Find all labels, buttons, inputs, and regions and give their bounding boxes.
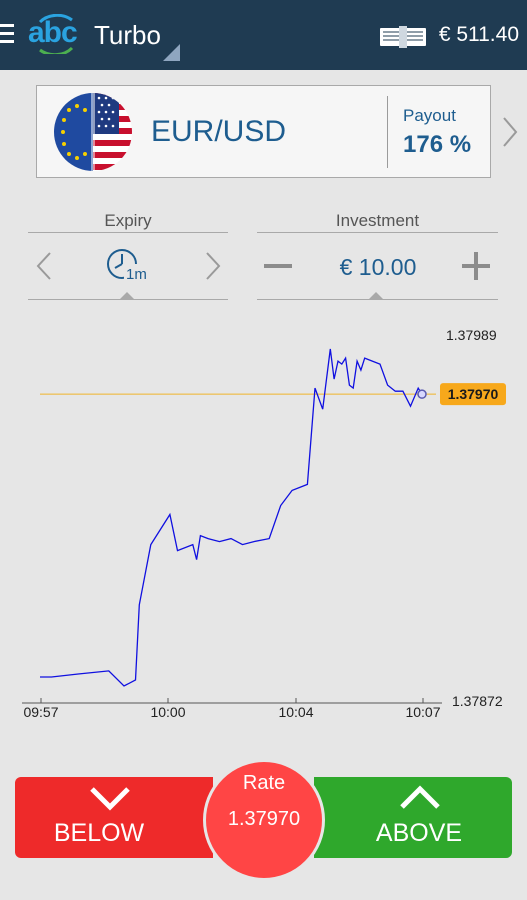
investment-notch bbox=[368, 292, 384, 300]
divider bbox=[28, 232, 228, 233]
eu-us-flag-icon bbox=[54, 93, 132, 171]
dropdown-corner-icon[interactable] bbox=[163, 44, 180, 61]
top-app-bar: abc Turbo € 511.40 bbox=[0, 0, 527, 70]
x-tick-label: 10:04 bbox=[278, 704, 313, 720]
logo-text: abc bbox=[28, 16, 78, 49]
money-stack-icon bbox=[380, 26, 426, 48]
expiry-notch bbox=[119, 292, 135, 300]
above-button[interactable]: ABOVE bbox=[314, 777, 512, 858]
plus-icon[interactable] bbox=[462, 252, 490, 280]
asset-name: EUR/USD bbox=[151, 115, 287, 148]
investment-value[interactable]: € 10.00 bbox=[300, 254, 456, 281]
y-high-label: 1.37989 bbox=[446, 327, 497, 343]
expiry-value: 1m bbox=[126, 266, 147, 283]
rate-series-line bbox=[40, 348, 423, 687]
app-title[interactable]: Turbo bbox=[94, 20, 161, 51]
rate-label: Rate bbox=[242, 772, 286, 794]
x-tick-label: 09:57 bbox=[23, 704, 58, 720]
current-rate-tag-label: 1.37970 bbox=[448, 386, 499, 402]
rate-value: 1.37970 bbox=[227, 808, 301, 830]
divider bbox=[257, 232, 498, 233]
account-balance: € 511.40 bbox=[438, 23, 519, 46]
chevron-down-icon bbox=[90, 787, 130, 811]
x-tick-label: 10:07 bbox=[405, 704, 440, 720]
payout-label: Payout bbox=[403, 106, 456, 125]
asset-selector-card[interactable]: EUR/USD Payout 176 % bbox=[36, 85, 491, 178]
divider bbox=[387, 96, 388, 168]
expiry-increase-chevron-right-icon[interactable] bbox=[203, 250, 223, 282]
minus-icon[interactable] bbox=[264, 264, 292, 268]
expiry-label: Expiry bbox=[104, 211, 152, 230]
above-label: ABOVE bbox=[375, 819, 463, 847]
rate-chart: 1.37989 1.37872 1.37970 09:57 10:00 10:04 1… bbox=[22, 327, 506, 720]
below-label: BELOW bbox=[53, 819, 145, 847]
y-low-label: 1.37872 bbox=[452, 693, 503, 709]
expiry-decrease-chevron-left-icon[interactable] bbox=[34, 250, 54, 282]
below-button[interactable]: BELOW bbox=[15, 777, 213, 858]
chevron-right-icon[interactable] bbox=[500, 115, 520, 149]
payout-value: 176 % bbox=[403, 131, 472, 158]
chevron-up-icon bbox=[400, 785, 440, 809]
rate-display: Rate 1.37970 bbox=[203, 759, 325, 881]
current-point-marker bbox=[417, 389, 427, 399]
investment-label: Investment bbox=[335, 211, 420, 230]
menu-icon[interactable] bbox=[0, 24, 14, 48]
x-tick-label: 10:00 bbox=[150, 704, 185, 720]
